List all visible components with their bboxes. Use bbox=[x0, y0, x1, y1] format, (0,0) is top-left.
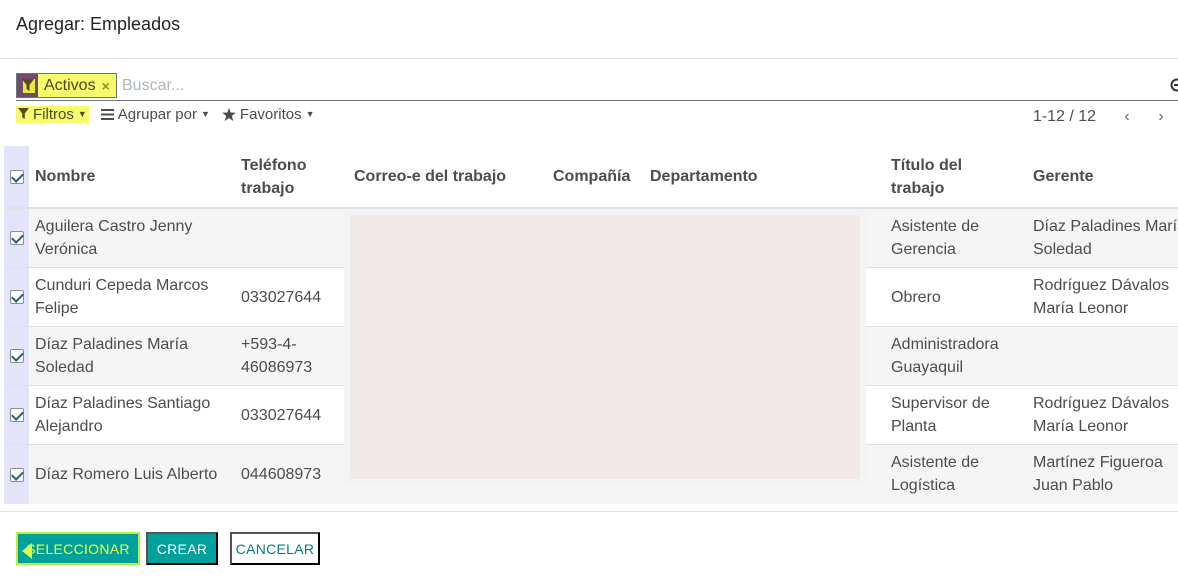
chevron-down-icon: ▼ bbox=[305, 109, 315, 119]
column-header-titulo[interactable]: Título del trabajo bbox=[885, 146, 1027, 209]
footer-divider bbox=[0, 511, 1178, 512]
column-header-correo[interactable]: Correo-e del trabajo bbox=[348, 146, 547, 209]
select-all-checkbox[interactable] bbox=[4, 146, 29, 209]
row-checkbox[interactable] bbox=[4, 267, 29, 327]
cell-titulo: Asistente de Logística bbox=[885, 444, 1027, 504]
cell-gerente: Martínez Figueroa Juan Pablo bbox=[1027, 444, 1178, 504]
redacted-area bbox=[344, 209, 866, 485]
filter-icon bbox=[17, 74, 38, 97]
cell-titulo: Supervisor de Planta bbox=[885, 385, 1027, 445]
pointer-arrow-icon bbox=[22, 543, 32, 559]
create-button-label: CREAR bbox=[156, 540, 208, 557]
search-controls: Filtros ▼ Agrupar por ▼ Favoritos ▼ bbox=[16, 104, 327, 124]
search-input[interactable] bbox=[122, 72, 1022, 99]
select-button-label: SELECCIONAR bbox=[26, 540, 130, 557]
cell-nombre: Díaz Paladines María Soledad bbox=[29, 326, 235, 386]
search-bar: Activos × bbox=[16, 72, 1178, 101]
cell-telefono: 033027644 bbox=[235, 385, 348, 445]
pager-previous-icon[interactable]: ‹ bbox=[1110, 108, 1144, 126]
filters-label: Filtros bbox=[33, 105, 74, 123]
chevron-down-icon: ▼ bbox=[77, 109, 87, 119]
chevron-down-icon: ▼ bbox=[200, 109, 210, 119]
row-checkbox[interactable] bbox=[4, 444, 29, 504]
cell-telefono: +593-4-46086973 bbox=[235, 326, 348, 386]
favorites-label: Favoritos bbox=[239, 105, 302, 123]
cell-gerente: Rodríguez Dávalos María Leonor bbox=[1027, 385, 1178, 445]
cell-gerente: Rodríguez Dávalos María Leonor bbox=[1027, 267, 1178, 327]
column-header-compania[interactable]: Compañía bbox=[547, 146, 644, 209]
cell-nombre: Díaz Paladines Santiago Alejandro bbox=[29, 385, 235, 445]
cell-titulo: Asistente de Gerencia bbox=[885, 207, 1027, 268]
search-facet-active: Activos × bbox=[16, 73, 117, 98]
facet-remove-icon[interactable]: × bbox=[102, 78, 110, 94]
modal-header: Agregar: Empleados bbox=[0, 0, 1178, 59]
group-by-label: Agrupar por bbox=[117, 105, 197, 123]
row-checkbox[interactable] bbox=[4, 326, 29, 386]
cell-telefono: 044608973 bbox=[235, 444, 348, 504]
cancel-button-label: CANCELAR bbox=[235, 540, 315, 557]
cell-titulo: Administradora Guayaquil bbox=[885, 326, 1027, 386]
cell-titulo: Obrero bbox=[885, 267, 1027, 327]
create-button[interactable]: CREAR bbox=[146, 532, 218, 565]
pager-next-icon[interactable]: › bbox=[1144, 108, 1178, 126]
cell-telefono: 033027644 bbox=[235, 267, 348, 327]
favorites-dropdown[interactable]: Favoritos ▼ bbox=[222, 106, 315, 123]
star-icon bbox=[222, 107, 236, 121]
filter-icon bbox=[18, 108, 29, 119]
row-checkbox[interactable] bbox=[4, 385, 29, 445]
cell-telefono bbox=[235, 207, 348, 268]
group-by-dropdown[interactable]: Agrupar por ▼ bbox=[100, 105, 210, 123]
column-header-nombre[interactable]: Nombre bbox=[29, 146, 235, 209]
cell-nombre: Díaz Romero Luis Alberto bbox=[29, 444, 235, 504]
filters-dropdown[interactable]: Filtros ▼ bbox=[16, 105, 89, 123]
pager: 1-12 / 12 ‹ › bbox=[1033, 107, 1178, 127]
column-header-departamento[interactable]: Departamento bbox=[644, 146, 885, 209]
search-options-icon[interactable] bbox=[1170, 78, 1178, 97]
table-header-row: Nombre Teléfono trabajo Correo-e del tra… bbox=[4, 146, 1178, 209]
cell-gerente bbox=[1027, 326, 1178, 386]
row-checkbox[interactable] bbox=[4, 207, 29, 268]
cancel-button[interactable]: CANCELAR bbox=[230, 532, 320, 565]
cell-nombre: Cunduri Cepeda Marcos Felipe bbox=[29, 267, 235, 327]
list-icon bbox=[100, 108, 114, 120]
cell-nombre: Aguilera Castro Jenny Verónica bbox=[29, 207, 235, 268]
pager-value[interactable]: 1-12 / 12 bbox=[1033, 108, 1096, 126]
cell-gerente: Díaz Paladines María Soledad bbox=[1027, 207, 1178, 268]
modal-title: Agregar: Empleados bbox=[16, 14, 181, 34]
column-header-telefono[interactable]: Teléfono trabajo bbox=[235, 146, 348, 209]
select-button[interactable]: SELECCIONAR bbox=[16, 532, 140, 565]
facet-label: Activos bbox=[44, 76, 96, 94]
column-header-gerente[interactable]: Gerente bbox=[1027, 146, 1178, 209]
